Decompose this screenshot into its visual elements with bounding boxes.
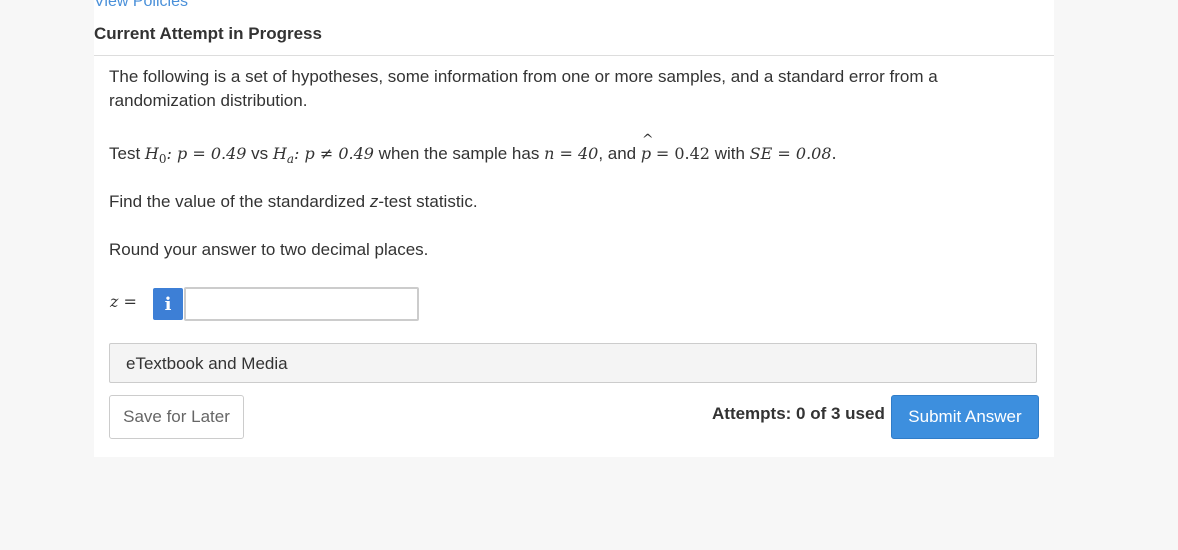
save-for-later-button[interactable]: Save for Later xyxy=(109,395,244,439)
divider xyxy=(94,55,1054,56)
when-text: when the sample has xyxy=(378,144,540,163)
ha-symbol: Ha xyxy=(272,144,295,167)
vs-word: vs xyxy=(251,144,269,163)
question-intro: The following is a set of hypotheses, so… xyxy=(109,67,938,110)
info-icon[interactable]: i xyxy=(153,288,183,320)
view-policies-link[interactable]: View Policies xyxy=(94,0,188,11)
ha-expression: : p ≠ 0.49 xyxy=(294,144,374,163)
etextbook-media-panel[interactable]: eTextbook and Media xyxy=(109,343,1037,383)
n-expression: n = 40 xyxy=(544,144,599,163)
answer-input[interactable] xyxy=(184,287,419,321)
p-hat-expression: = 0.42 xyxy=(655,144,710,163)
find-instruction: Find the value of the standardized z-tes… xyxy=(109,192,478,211)
attempt-title: Current Attempt in Progress xyxy=(94,24,322,43)
round-instruction: Round your answer to two decimal places. xyxy=(109,240,429,259)
submit-answer-button[interactable]: Submit Answer xyxy=(891,395,1039,439)
with-text: with xyxy=(714,144,745,163)
attempts-counter: Attempts: 0 of 3 used xyxy=(712,404,885,423)
h0-expression: : p = 0.49 xyxy=(166,144,247,163)
p-hat-symbol: ^ p xyxy=(640,132,654,163)
and-text: , and xyxy=(598,144,637,163)
z-label: z = xyxy=(110,292,137,311)
etextbook-label: eTextbook and Media xyxy=(126,354,288,373)
se-expression: SE = 0.08 xyxy=(749,144,832,163)
test-word: Test xyxy=(109,144,141,163)
hypothesis-line: Test H0: p = 0.49 vs Ha: p ≠ 0.49 when t… xyxy=(109,132,1009,171)
h0-symbol: H0 xyxy=(144,144,167,167)
period: . xyxy=(831,144,837,163)
